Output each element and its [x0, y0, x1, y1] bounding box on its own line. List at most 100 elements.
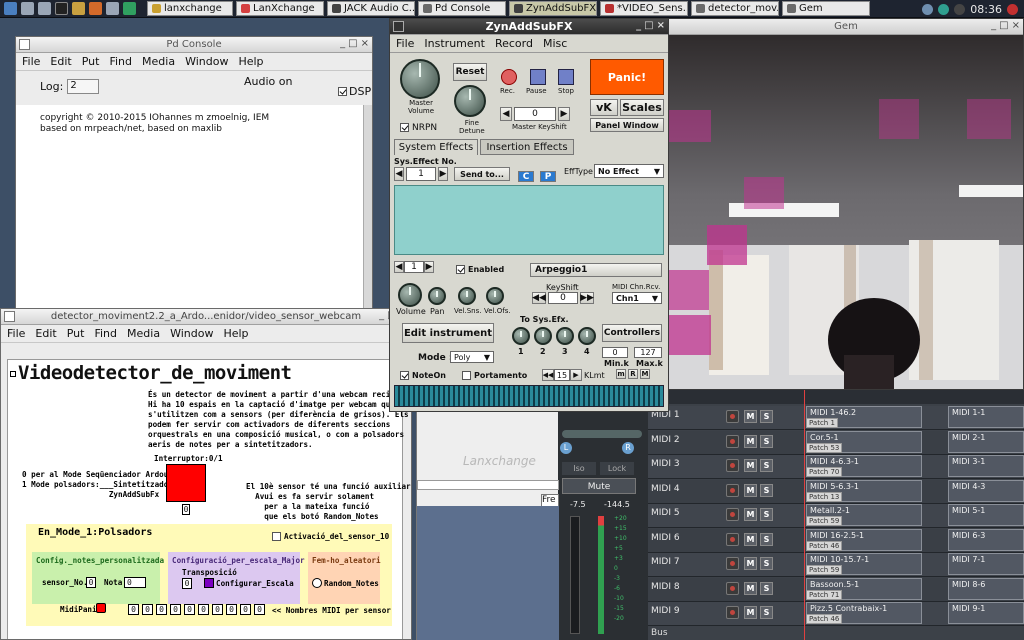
record-arm-button[interactable] [726, 434, 739, 448]
midi-region[interactable]: MIDI 1-1 [948, 406, 1024, 428]
menu-misc[interactable]: Misc [543, 37, 567, 50]
taskbar-task[interactable]: *VIDEO_Sens... [600, 1, 688, 16]
klmt-field[interactable]: 15 [554, 369, 570, 381]
mute-button[interactable]: M [744, 483, 757, 497]
midi-number-box[interactable]: 0 [198, 604, 209, 615]
midi-channel-select[interactable]: Chn1 ▼ [612, 292, 662, 304]
midi-region[interactable]: MIDI 2-1 [948, 430, 1024, 453]
home-icon[interactable] [38, 2, 51, 15]
taskbar-task[interactable]: Gem [782, 1, 870, 16]
reset-button[interactable]: Reset [453, 63, 487, 81]
midi-region[interactable]: MIDI 5-1 [948, 504, 1024, 526]
key-max-button[interactable]: M [640, 369, 650, 379]
part-keyshift-field[interactable]: 0 [548, 292, 578, 304]
terminal-icon[interactable] [55, 2, 68, 15]
pan-left-button[interactable]: L [560, 442, 572, 454]
maximize-icon[interactable]: □ [999, 20, 1008, 31]
menu-edit[interactable]: Edit [50, 55, 71, 68]
record-arm-button[interactable] [726, 532, 739, 546]
tab-insertion-effects[interactable]: Insertion Effects [480, 139, 574, 155]
log-level-select[interactable]: 2 [67, 79, 100, 94]
max-key-field[interactable]: 127 [634, 347, 662, 358]
scales-button[interactable]: Scales [620, 99, 664, 116]
midi-number-box[interactable]: 0 [226, 604, 237, 615]
klmt-decrease-button[interactable]: ◀◀ [542, 369, 554, 381]
stop-button[interactable] [558, 69, 574, 85]
mute-button[interactable]: M [744, 606, 757, 619]
master-keyshift-field[interactable]: 0 [514, 107, 556, 121]
record-arm-button[interactable] [726, 410, 739, 423]
midi-track[interactable]: MIDI 3 M S MIDI 4-6.3-1 Patch 70 MIDI 3-1 [648, 455, 1024, 479]
taskbar-task[interactable]: detector_mov... [691, 1, 779, 16]
controllers-button[interactable]: Controllers [602, 324, 662, 342]
midi-region[interactable]: MIDI 3-1 [948, 455, 1024, 477]
solo-button[interactable]: S [760, 410, 773, 423]
part-number-field[interactable]: 1 [404, 261, 424, 273]
sys-efx-knob[interactable] [512, 327, 530, 345]
key-reset-button[interactable]: R [628, 369, 638, 379]
browser-icon[interactable] [89, 2, 102, 15]
midi-track[interactable]: MIDI 2 M S Cor.5-1 Patch 53 MIDI 2-1 [648, 430, 1024, 455]
fine-detune-knob[interactable] [454, 85, 486, 117]
taskbar-task[interactable]: ZynAddSubFX [509, 1, 597, 16]
console-output[interactable]: copyright © 2010-2015 IOhannes m zmoelni… [16, 105, 364, 313]
file-manager-icon[interactable] [72, 2, 85, 15]
midi-number-box[interactable]: 0 [240, 604, 251, 615]
midi-number-box[interactable]: 0 [170, 604, 181, 615]
launcher-menu-icon[interactable] [4, 2, 17, 15]
solo-button[interactable]: S [760, 459, 773, 472]
panic-button[interactable]: Panic! [590, 59, 664, 95]
menu-window[interactable]: Window [185, 55, 228, 68]
taskbar-task[interactable]: Pd Console [418, 1, 506, 16]
menu-find[interactable]: Find [109, 55, 132, 68]
activacio-checkbox[interactable] [272, 532, 281, 541]
midi-number-box[interactable]: 0 [184, 604, 195, 615]
gem-titlebar[interactable]: Gem _ □ × [669, 19, 1023, 35]
panel-window-button[interactable]: Panel Window [590, 118, 664, 132]
midi-number-box[interactable]: 0 [142, 604, 153, 615]
interruptor-toggle[interactable] [166, 464, 206, 502]
part-decrease-button[interactable]: ◀ [394, 261, 404, 273]
mute-button[interactable]: M [744, 557, 757, 570]
pan-knob[interactable] [428, 287, 446, 305]
minimize-icon[interactable]: _ [340, 38, 345, 49]
maximize-icon[interactable]: □ [644, 20, 653, 31]
menu-help[interactable]: Help [238, 55, 263, 68]
efftype-select[interactable]: No Effect ▼ [594, 164, 664, 178]
arrow-icon[interactable] [21, 2, 34, 15]
record-arm-button[interactable] [726, 557, 739, 570]
midi-number-box[interactable]: 0 [254, 604, 265, 615]
record-arm-button[interactable] [726, 508, 739, 521]
interruptor-number[interactable]: 0 [182, 504, 190, 515]
copy-button[interactable]: C [518, 171, 534, 182]
desktop-grid-icon[interactable] [106, 2, 119, 15]
mute-button[interactable]: M [744, 410, 757, 423]
menu-window[interactable]: Window [170, 327, 213, 340]
zyn-titlebar[interactable]: ZynAddSubFX _ □ × [390, 19, 668, 35]
noteon-checkbox[interactable] [400, 371, 409, 380]
pd-console-titlebar[interactable]: Pd Console _ □ × [16, 37, 372, 53]
midi-track[interactable]: MIDI 7 M S MIDI 10-15.7-1 Patch 59 MIDI 7-1 [648, 553, 1024, 577]
pan-right-button[interactable]: R [622, 442, 634, 454]
part-keyshift-increase-button[interactable]: ▶▶ [580, 292, 594, 304]
configurar-escala-bang[interactable] [204, 578, 214, 588]
vk-button[interactable]: vK [590, 99, 618, 116]
solo-button[interactable]: S [760, 434, 773, 448]
minimize-icon[interactable]: _ [636, 20, 641, 31]
menu-help[interactable]: Help [223, 327, 248, 340]
clock[interactable]: 08:36 [970, 3, 1002, 16]
menu-file[interactable]: File [22, 55, 40, 68]
instrument-name-button[interactable]: Arpeggio1 [530, 263, 662, 277]
power-icon[interactable] [1007, 3, 1018, 15]
solo-button[interactable]: S [760, 483, 773, 497]
menu-edit[interactable]: Edit [35, 327, 56, 340]
nota-number[interactable]: 0 [124, 577, 146, 588]
nrpn-checkbox[interactable] [400, 123, 409, 132]
detector-titlebar[interactable]: detector_moviment2.2_a_Ardo...enidor/vid… [1, 309, 411, 325]
vel-ofs-knob[interactable] [486, 287, 504, 305]
menu-find[interactable]: Find [94, 327, 117, 340]
solo-button[interactable]: S [760, 557, 773, 570]
pan-slider[interactable] [562, 430, 642, 438]
dsp-checkbox[interactable] [338, 87, 347, 96]
midi-track[interactable]: MIDI 5 M S Metall.2-1 Patch 59 MIDI 5-1 [648, 504, 1024, 528]
